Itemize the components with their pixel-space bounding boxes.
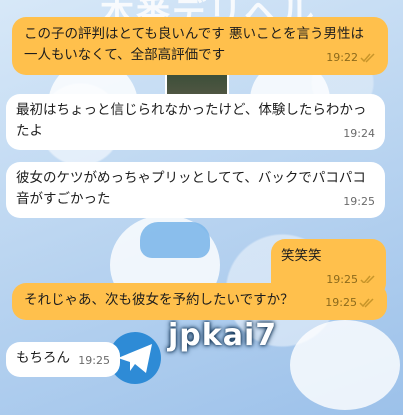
wallpaper-ribbon (140, 222, 210, 258)
message-bubble-incoming[interactable]: もちろん 19:25 (6, 342, 120, 377)
message-time: 19:25 (325, 296, 357, 309)
message-bubble-outgoing[interactable]: それじゃあ、次も彼女を予約したいですか？ 19:25 (12, 283, 387, 320)
wallpaper-character (290, 320, 400, 410)
message-time: 19:25 (78, 354, 110, 367)
message-text: もちろん (16, 350, 70, 366)
message-text: この子の評判はとても良いんです 悪いことを言う男性は一人もいなくて、全部高評価で… (24, 26, 365, 63)
message-bubble-incoming[interactable]: 最初はちょっと信じられなかったけど、体験したらわかったよ 19:24 (6, 94, 385, 150)
message-bubble-outgoing[interactable]: この子の評判はとても良いんです 悪いことを言う男性は一人もいなくて、全部高評価で… (12, 17, 388, 75)
message-time: 19:25 (343, 195, 375, 208)
double-check-icon (360, 53, 376, 67)
message-text: 彼女のケツがめっちゃプリッとしてて、バックでパコパコ音がすごかった (16, 170, 366, 207)
message-time: 19:22 (326, 51, 358, 64)
message-text: それじゃあ、次も彼女を予約したいですか？ (24, 292, 294, 308)
wallpaper-watermark: jpkai7 (168, 318, 278, 353)
message-bubble-incoming[interactable]: 彼女のケツがめっちゃプリッとしてて、バックでパコパコ音がすごかった 19:25 (6, 162, 385, 218)
message-time: 19:24 (343, 127, 375, 140)
message-meta: 19:25 (325, 296, 375, 312)
message-text: 笑笑笑 (281, 248, 322, 264)
message-text: 最初はちょっと信じられなかったけど、体験したらわかったよ (16, 102, 367, 139)
double-check-icon (359, 298, 375, 312)
message-meta: 19:22 (326, 51, 376, 67)
